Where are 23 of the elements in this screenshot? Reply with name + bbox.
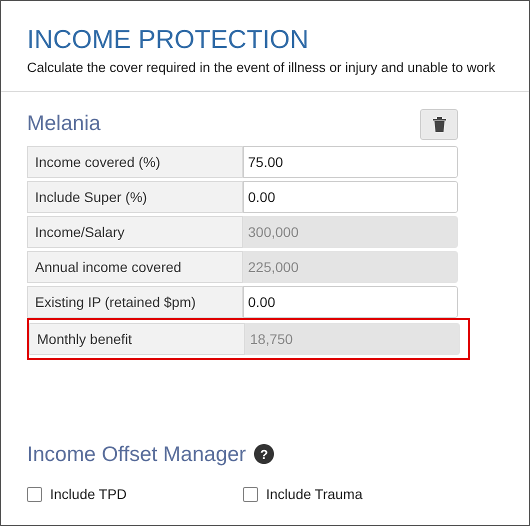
input-field: 300,000: [243, 216, 458, 248]
input-field: 18,750: [245, 323, 460, 355]
section-title: Income Offset Manager: [27, 442, 246, 468]
checkbox[interactable]: [27, 487, 42, 502]
page-title: INCOME PROTECTION: [27, 23, 310, 55]
delete-button[interactable]: [420, 108, 458, 140]
input-field[interactable]: 75.00: [243, 146, 458, 178]
checkbox-label: Include Trauma: [266, 485, 362, 504]
trash-icon: [432, 116, 446, 132]
field-label: Income covered (%): [27, 146, 243, 178]
field-label: Existing IP (retained $pm): [27, 286, 243, 318]
field-label: Annual income covered: [27, 251, 243, 283]
field-label: Include Super (%): [27, 181, 243, 213]
checkbox-label: Include TPD: [50, 485, 127, 504]
field-label: Income/Salary: [27, 216, 243, 248]
input-field[interactable]: 0.00: [243, 181, 458, 213]
person-name: Melania: [27, 111, 101, 138]
field-label: Monthly benefit: [29, 323, 245, 355]
input-field[interactable]: 0.00: [243, 286, 458, 318]
page-subtitle: Calculate the cover required in the event of illness or injury and unable to work: [27, 59, 496, 77]
input-field: 225,000: [243, 251, 458, 283]
help-icon[interactable]: ?: [254, 444, 274, 464]
checkbox[interactable]: [243, 487, 258, 502]
